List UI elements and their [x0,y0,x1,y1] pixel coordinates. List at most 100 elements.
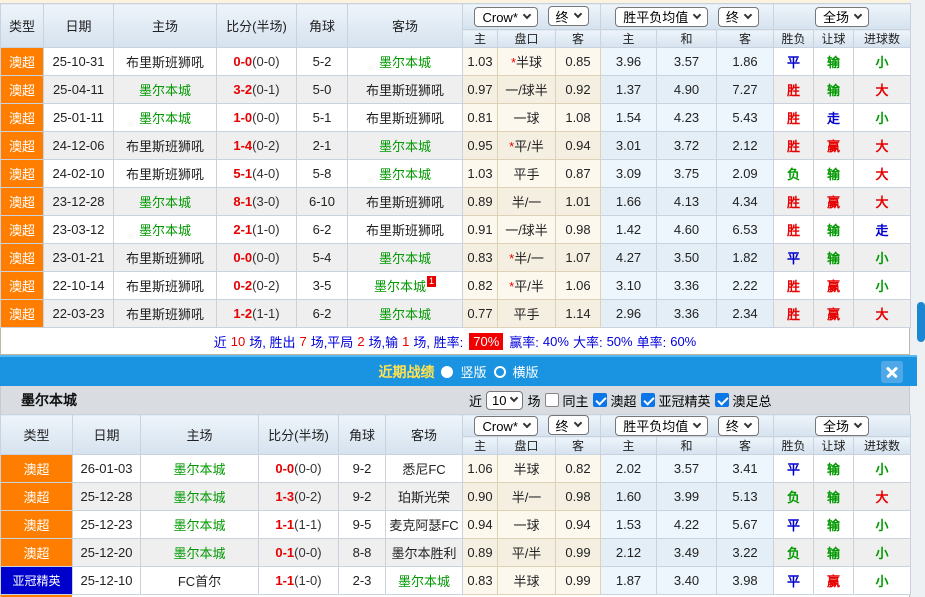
fulltime-score[interactable]: 1-1 [275,517,294,532]
away-team-link[interactable]: 墨尔本城1 [348,272,463,300]
match-score[interactable]: 1-4(0-2) [217,132,297,160]
match-score[interactable]: 3-2(0-1) [217,76,297,104]
fulltime-score[interactable]: 3-2 [233,82,252,97]
scope-select[interactable]: 全场 [815,7,869,27]
fulltime-score[interactable]: 0-0 [233,54,252,69]
away-team-link[interactable]: 墨尔本城 [348,160,463,188]
same-home-checkbox[interactable] [545,393,559,407]
away-team-link[interactable]: 布里斯班狮吼 [348,188,463,216]
fulltime-score[interactable]: 1-2 [233,306,252,321]
away-team-name[interactable]: 珀斯光荣 [398,490,450,505]
match-score[interactable]: 0-1(0-0) [259,539,339,567]
scope-select[interactable]: 全场 [815,416,869,436]
final1-select[interactable]: 终 [548,415,589,435]
home-team-link[interactable]: 墨尔本城 [114,216,217,244]
home-team-link[interactable]: 布里斯班狮吼 [114,48,217,76]
avg-select[interactable]: 胜平负均值 [615,7,708,27]
final1-select[interactable]: 终 [548,6,589,26]
away-team-name[interactable]: 墨尔本城 [379,55,431,70]
away-handicap-odds: 0.99 [556,539,601,567]
fulltime-score[interactable]: 8-1 [233,194,252,209]
final2-select[interactable]: 终 [718,416,759,436]
fulltime-score[interactable]: 2-1 [233,222,252,237]
away-team-link[interactable]: 布里斯班狮吼 [348,216,463,244]
company-select[interactable]: Crow* [474,416,537,436]
fulltime-score[interactable]: 0-1 [275,545,294,560]
corner-score: 9-2 [339,483,386,511]
match-score[interactable]: 2-1(1-0) [217,216,297,244]
home-team-link[interactable]: 墨尔本城 [141,483,259,511]
match-score[interactable]: 0-0(0-0) [217,48,297,76]
match-score[interactable]: 8-1(3-0) [217,188,297,216]
match-score[interactable]: 1-0(0-0) [217,104,297,132]
away-team-name[interactable]: 麦克阿瑟FC [389,518,458,533]
away-team-link[interactable]: 墨尔本城 [348,300,463,328]
match-score[interactable]: 0-0(0-0) [259,455,339,483]
away-team-link[interactable]: 麦克阿瑟FC [386,511,463,539]
home-team-link[interactable]: 布里斯班狮吼 [114,160,217,188]
away-team-name[interactable]: 墨尔本城 [379,307,431,322]
away-team-name[interactable]: 墨尔本城 [379,139,431,154]
home-team-link[interactable]: 布里斯班狮吼 [114,300,217,328]
fulltime-score[interactable]: 0-0 [275,461,294,476]
league-filter-checkbox[interactable] [593,393,607,407]
cup-filter-checkbox[interactable] [715,393,729,407]
away-team-link[interactable]: 珀斯光荣 [386,483,463,511]
fulltime-score[interactable]: 5-1 [233,166,252,181]
away-team-link[interactable]: 布里斯班狮吼 [348,104,463,132]
away-team-link[interactable]: 墨尔本胜利 [386,539,463,567]
final2-select[interactable]: 终 [718,7,759,27]
home-team-link[interactable]: 墨尔本城 [114,104,217,132]
handicap-result-cell: 走 [814,104,854,132]
match-score[interactable]: 5-1(4-0) [217,160,297,188]
result-cell: 平 [774,567,814,595]
company-select[interactable]: Crow* [474,7,537,27]
acl-filter-checkbox[interactable] [641,393,655,407]
scrollbar-thumb[interactable] [917,302,925,342]
away-team-name[interactable]: 布里斯班狮吼 [366,195,444,210]
close-icon[interactable] [881,361,903,383]
recent-count-select[interactable]: 10 [486,391,523,410]
match-score[interactable]: 0-2(0-2) [217,272,297,300]
away-team-name[interactable]: 墨尔本城 [398,574,450,589]
home-team-link[interactable]: FC首尔 [141,567,259,595]
table-row: 亚冠精英 25-12-10 FC首尔 1-1(1-0) 2-3 墨尔本城 0.8… [1,567,911,595]
away-team-name[interactable]: 墨尔本城 [379,167,431,182]
horizontal-layout-radio[interactable] [494,366,506,378]
fulltime-score[interactable]: 1-4 [233,138,252,153]
match-score[interactable]: 0-0(0-0) [217,244,297,272]
match-score[interactable]: 1-2(1-1) [217,300,297,328]
home-team-link[interactable]: 布里斯班狮吼 [114,272,217,300]
handicap-text: 半/一 [514,251,544,266]
away-team-link[interactable]: 墨尔本城 [348,244,463,272]
away-team-name[interactable]: 墨尔本城 [379,251,431,266]
home-team-link[interactable]: 布里斯班狮吼 [114,244,217,272]
match-score[interactable]: 1-1(1-1) [259,511,339,539]
fulltime-score[interactable]: 1-0 [233,110,252,125]
away-team-link[interactable]: 布里斯班狮吼 [348,76,463,104]
home-team-link[interactable]: 墨尔本城 [114,76,217,104]
away-team-name[interactable]: 悉尼FC [402,462,445,477]
away-team-name[interactable]: 布里斯班狮吼 [366,223,444,238]
home-team-link[interactable]: 墨尔本城 [141,539,259,567]
away-team-link[interactable]: 墨尔本城 [386,567,463,595]
away-team-name[interactable]: 布里斯班狮吼 [366,111,444,126]
fulltime-score[interactable]: 0-0 [233,250,252,265]
fulltime-score[interactable]: 0-2 [233,278,252,293]
away-team-name[interactable]: 墨尔本胜利 [391,546,456,561]
away-team-link[interactable]: 悉尼FC [386,455,463,483]
away-team-name[interactable]: 布里斯班狮吼 [366,83,444,98]
vertical-layout-radio[interactable] [441,366,453,378]
fulltime-score[interactable]: 1-3 [275,489,294,504]
match-score[interactable]: 1-3(0-2) [259,483,339,511]
avg-select[interactable]: 胜平负均值 [615,416,708,436]
home-team-link[interactable]: 墨尔本城 [141,455,259,483]
fulltime-score[interactable]: 1-1 [275,573,294,588]
away-team-link[interactable]: 墨尔本城 [348,48,463,76]
home-team-link[interactable]: 布里斯班狮吼 [114,132,217,160]
away-team-link[interactable]: 墨尔本城 [348,132,463,160]
home-team-link[interactable]: 墨尔本城 [114,188,217,216]
home-team-link[interactable]: 墨尔本城 [141,511,259,539]
away-team-name[interactable]: 墨尔本城 [374,279,426,294]
match-score[interactable]: 1-1(1-0) [259,567,339,595]
